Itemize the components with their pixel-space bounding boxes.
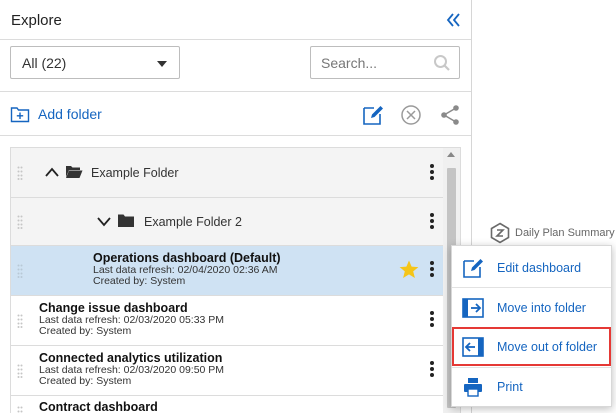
star-icon[interactable] [399, 260, 419, 279]
share-icon[interactable] [439, 104, 461, 126]
menu-item-move-out-of-folder[interactable]: Move out of folder [452, 327, 611, 366]
edit-icon[interactable] [362, 104, 384, 126]
folder-row[interactable]: Example Folder 2 [11, 198, 443, 246]
menu-item-label: Print [497, 380, 523, 394]
dashboard-created-by: Created by: System [39, 375, 132, 387]
panel-title: Explore [11, 12, 62, 29]
menu-item-label: Move out of folder [497, 340, 598, 354]
print-icon [464, 378, 482, 397]
add-folder-icon [10, 107, 30, 123]
drag-handle-icon[interactable] [17, 215, 23, 229]
dashboard-title[interactable]: Operations dashboard (Default) [93, 251, 281, 265]
action-row: Add folder [0, 92, 471, 136]
filter-select-value: All (22) [22, 55, 67, 71]
drag-handle-icon[interactable] [17, 314, 23, 328]
search-icon[interactable] [433, 54, 451, 72]
dashboard-row-selected[interactable]: Operations dashboard (Default) Last data… [11, 246, 443, 296]
menu-item-label: Edit dashboard [497, 261, 582, 275]
drag-handle-icon[interactable] [17, 264, 23, 278]
double-chevron-left-icon[interactable] [443, 9, 465, 31]
folder-row[interactable]: Example Folder [11, 148, 443, 198]
dashboard-list: Example Folder Example Folder 2 Operatio… [10, 147, 461, 413]
chevron-up-icon[interactable] [44, 166, 60, 178]
more-vertical-icon[interactable] [429, 212, 435, 230]
more-vertical-icon[interactable] [429, 260, 435, 278]
context-menu: Edit dashboard Move into folder Move out… [451, 245, 612, 407]
move-out-of-folder-icon [462, 337, 484, 357]
menu-item-move-into-folder[interactable]: Move into folder [452, 288, 611, 327]
dashboard-title[interactable]: Contract dashboard [39, 400, 158, 413]
dashboard-logo-icon [490, 222, 510, 244]
dashboard-created-by: Created by: System [93, 275, 186, 287]
dashboard-row[interactable]: Contract dashboard [11, 396, 443, 413]
menu-item-edit-dashboard[interactable]: Edit dashboard [452, 248, 611, 287]
move-into-folder-icon [462, 298, 484, 318]
folder-icon [118, 214, 134, 227]
folder-label: Example Folder [91, 166, 179, 180]
search-input[interactable] [321, 53, 431, 73]
dashboard-created-by: Created by: System [39, 325, 132, 337]
tile-label: Daily Plan Summary [515, 227, 615, 239]
cancel-circle-icon[interactable] [400, 104, 422, 126]
filter-select[interactable]: All (22) [10, 46, 180, 79]
dashboard-title[interactable]: Connected analytics utilization [39, 351, 222, 365]
drag-handle-icon[interactable] [17, 364, 23, 378]
filter-row: All (22) [0, 40, 471, 92]
more-vertical-icon[interactable] [429, 360, 435, 378]
edit-icon [463, 259, 483, 278]
more-vertical-icon[interactable] [429, 310, 435, 328]
drag-handle-icon[interactable] [17, 406, 23, 413]
search-box [310, 46, 460, 79]
dashboard-title[interactable]: Change issue dashboard [39, 301, 188, 315]
folder-label: Example Folder 2 [144, 215, 242, 229]
scroll-up-arrow-icon[interactable] [447, 152, 455, 157]
dashboard-row[interactable]: Change issue dashboard Last data refresh… [11, 296, 443, 346]
more-vertical-icon[interactable] [429, 163, 435, 181]
folder-open-icon [66, 166, 83, 178]
add-folder-button[interactable]: Add folder [10, 104, 102, 124]
explore-header: Explore [0, 0, 471, 40]
explore-panel: Explore All (22) Add folder [0, 0, 472, 413]
chevron-down-icon[interactable] [96, 216, 112, 228]
menu-item-print[interactable]: Print [452, 367, 611, 406]
add-folder-label: Add folder [38, 106, 102, 122]
dashboard-row[interactable]: Connected analytics utilization Last dat… [11, 346, 443, 396]
drag-handle-icon[interactable] [17, 166, 23, 180]
menu-item-label: Move into folder [497, 301, 586, 315]
caret-down-icon [157, 61, 167, 67]
